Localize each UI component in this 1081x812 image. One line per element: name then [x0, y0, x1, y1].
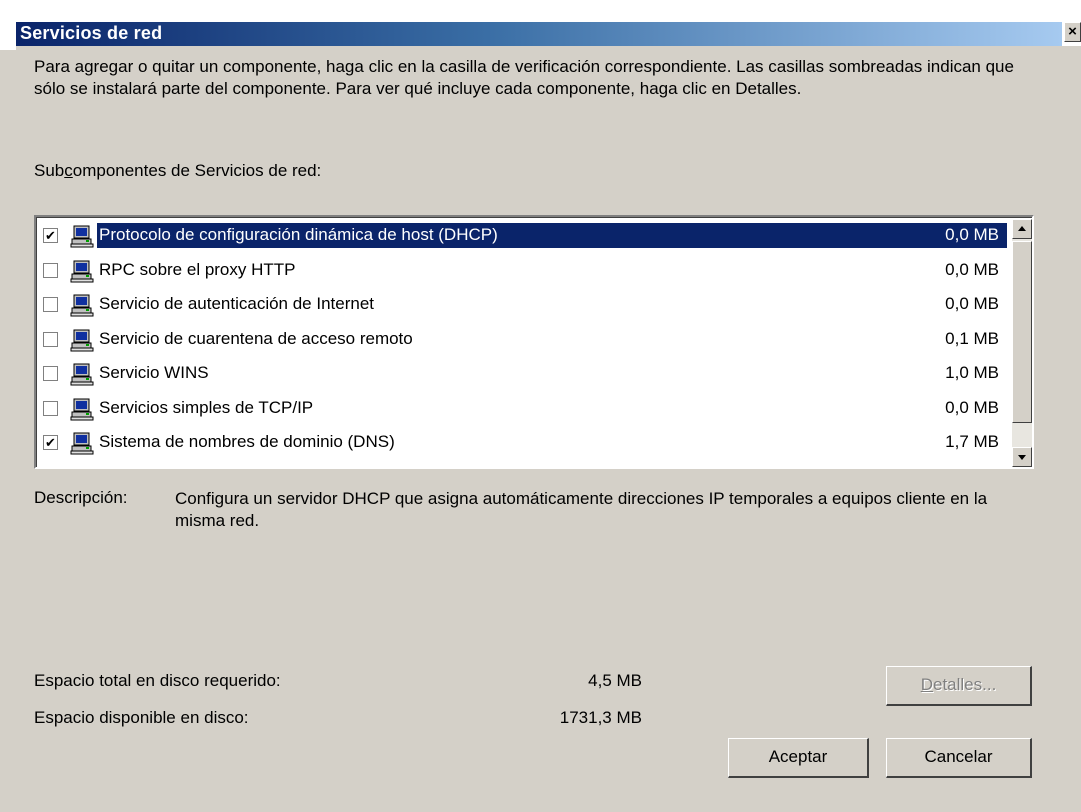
- list-item-content: Servicio de autenticación de Internet 0,0…: [97, 292, 1007, 317]
- list-item[interactable]: Servicio de cuarentena de acceso remoto 0…: [40, 325, 1010, 355]
- computer-network-icon: [70, 397, 94, 421]
- list-item[interactable]: Servicio WINS 1,0 MB: [40, 359, 1010, 389]
- component-checkbox[interactable]: ✔: [43, 228, 58, 243]
- component-size: 0,1 MB: [945, 328, 999, 348]
- list-item-content: RPC sobre el proxy HTTP 0,0 MB: [97, 258, 1007, 283]
- list-item[interactable]: ✔ Sistema de nombres de dominio (DNS) 1,7 …: [40, 428, 1010, 458]
- description-label: Descripción:: [34, 488, 128, 507]
- details-label: etalles...: [932, 675, 997, 694]
- cancel-button[interactable]: Cancelar: [886, 738, 1032, 778]
- list-item-content: Servicio de cuarentena de acceso remoto 0…: [97, 327, 1007, 352]
- arrow-down-icon: [1018, 455, 1026, 460]
- computer-network-icon: [70, 431, 94, 455]
- arrow-up-icon: [1018, 226, 1026, 231]
- scroll-down-button[interactable]: [1012, 447, 1032, 467]
- list-item-content: Servicios simples de TCP/IP 0,0 MB: [97, 396, 1007, 421]
- component-label: Servicio WINS: [99, 363, 209, 382]
- window-title: Servicios de red: [20, 23, 163, 43]
- required-space-label: Espacio total en disco requerido:: [34, 671, 281, 690]
- subcomponents-label-part: omponentes de Servicios de red:: [72, 161, 322, 180]
- details-button[interactable]: Detalles...: [886, 666, 1032, 706]
- component-checkbox[interactable]: [43, 400, 58, 416]
- component-label: Servicio de autenticación de Internet: [99, 294, 375, 313]
- title-bar-area: Servicios de red ×: [0, 0, 1081, 50]
- vertical-scrollbar[interactable]: [1012, 219, 1032, 467]
- dialog-body: Para agregar o quitar un componente, hag…: [16, 46, 1081, 812]
- component-checkbox[interactable]: [43, 331, 58, 347]
- subcomponents-list[interactable]: ✔ Protocolo de configuración dinámica de …: [34, 215, 1034, 469]
- component-label: Servicios simples de TCP/IP: [99, 397, 314, 417]
- available-space-value: 1731,3 MB: [559, 708, 642, 727]
- component-checkbox[interactable]: [43, 366, 58, 381]
- close-button[interactable]: ×: [1064, 22, 1081, 42]
- component-checkbox[interactable]: ✔: [43, 435, 58, 450]
- component-size: 0,0 MB: [945, 259, 999, 279]
- computer-network-icon: [70, 293, 94, 317]
- accept-button[interactable]: Aceptar: [728, 738, 869, 778]
- subcomponents-label-accesskey: c: [64, 161, 73, 180]
- list-item-content: Servicio WINS 1,0 MB: [97, 361, 1007, 386]
- available-space-label: Espacio disponible en disco:: [34, 708, 249, 727]
- intro-text: Para agregar o quitar un componente, hag…: [34, 57, 1014, 98]
- component-size: 1,0 MB: [945, 363, 999, 382]
- component-label: Servicio de cuarentena de acceso remoto: [99, 328, 413, 348]
- list-item-content: Protocolo de configuración dinámica de h…: [97, 223, 1007, 248]
- list-item-content: Sistema de nombres de dominio (DNS) 1,7 M…: [97, 430, 1007, 455]
- component-checkbox[interactable]: [43, 262, 58, 278]
- component-size: 0,0 MB: [945, 397, 999, 417]
- component-checkbox[interactable]: [43, 297, 58, 312]
- description-text: Configura un servidor DHCP que asigna au…: [175, 489, 988, 530]
- list-item[interactable]: RPC sobre el proxy HTTP 0,0 MB: [40, 256, 1010, 286]
- list-item[interactable]: Servicio de autenticación de Internet 0,0…: [40, 290, 1010, 320]
- component-size: 0,0 MB: [945, 225, 999, 244]
- subcomponents-label-part: Sub: [34, 161, 65, 180]
- component-size: 1,7 MB: [945, 432, 999, 451]
- computer-network-icon: [70, 362, 94, 386]
- close-icon: ×: [1068, 23, 1077, 40]
- computer-network-icon: [70, 224, 94, 248]
- title-bar[interactable]: Servicios de red: [16, 22, 1062, 46]
- component-size: 0,0 MB: [945, 294, 999, 313]
- list-item[interactable]: ✔ Protocolo de configuración dinámica de …: [40, 221, 1010, 251]
- details-accesskey: D: [920, 675, 933, 694]
- list-item[interactable]: Servicios simples de TCP/IP 0,0 MB: [40, 394, 1010, 424]
- component-label: Sistema de nombres de dominio (DNS): [99, 432, 395, 451]
- scroll-thumb[interactable]: [1012, 241, 1032, 423]
- scroll-up-button[interactable]: [1012, 219, 1032, 239]
- computer-network-icon: [70, 328, 94, 352]
- required-space-value: 4,5 MB: [588, 671, 642, 690]
- subcomponents-label: Subcomponentes de Servicios de red:: [34, 161, 321, 181]
- component-label: RPC sobre el proxy HTTP: [99, 259, 296, 279]
- computer-network-icon: [70, 259, 94, 283]
- component-label: Protocolo de configuración dinámica de h…: [99, 225, 498, 244]
